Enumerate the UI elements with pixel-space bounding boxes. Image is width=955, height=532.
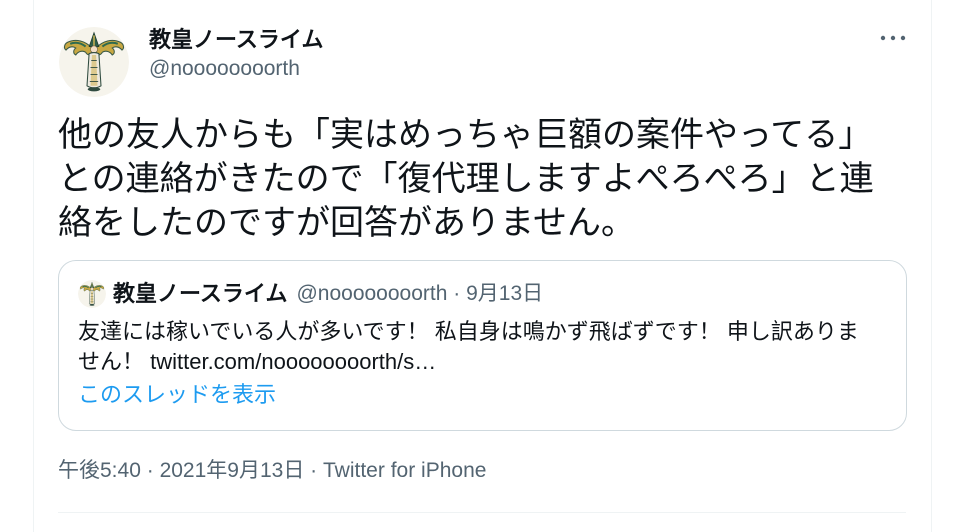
quoted-text-line: せん！ twitter.com/noooooooorth/s… [78, 349, 437, 374]
quoted-tweet-text: 友達には稼いでいる人が多いです！ 私自身は鳴かず飛ばずです！ 申し訳ありま せん… [78, 317, 898, 377]
author-avatar[interactable] [59, 27, 129, 97]
quoted-author-name: 教皇ノースライム [113, 281, 288, 306]
timestamp-separator: · [146, 459, 154, 482]
tweet-time[interactable]: 午後5:40 [58, 459, 141, 482]
quoted-author-avatar [78, 280, 106, 308]
quoted-tweet-meta: @noooooooorth · 9月13日 [296, 281, 543, 307]
more-horizontal-icon [880, 35, 906, 41]
tweet-source[interactable]: Twitter for iPhone [323, 459, 486, 482]
author-name[interactable]: 教皇ノースライム [149, 27, 323, 53]
author-handle[interactable]: @noooooooorth [149, 56, 300, 82]
more-button[interactable] [880, 30, 906, 46]
quoted-tweet-date: 9月13日 [466, 282, 544, 305]
tweet-text-line: との連絡がきたので「復代理しますよぺろぺろ」と連 [58, 160, 874, 198]
tweet-timestamp: 午後5:40 · 2021年9月13日 · Twitter for iPhone [58, 458, 486, 484]
quoted-tweet-header: 教皇ノースライム @noooooooorth · 9月13日 [113, 281, 543, 307]
quoted-tweet-card[interactable]: 教皇ノースライム @noooooooorth · 9月13日 友達には稼いでいる… [58, 260, 907, 431]
meta-separator: · [453, 282, 461, 305]
tweet-text-line: 絡をしたのですが回答がありません。 [58, 204, 635, 242]
tweet-text-line: 他の友人からも「実はめっちゃ巨額の案件やってる」 [58, 116, 873, 154]
divider [58, 512, 906, 513]
quoted-author-handle: @noooooooorth [296, 282, 448, 305]
timestamp-separator: · [310, 459, 318, 482]
pope-character-avatar-icon [59, 27, 129, 97]
show-thread-link[interactable]: このスレッドを表示 [78, 380, 276, 410]
tweet-date[interactable]: 2021年9月13日 [160, 459, 305, 482]
pope-character-avatar-icon [78, 280, 106, 308]
quoted-text-line: 友達には稼いでいる人が多いです！ 私自身は鳴かず飛ばずです！ 申し訳ありま [78, 319, 859, 344]
tweet-text: 他の友人からも「実はめっちゃ巨額の案件やってる」 との連絡がきたので「復代理しま… [58, 113, 928, 245]
